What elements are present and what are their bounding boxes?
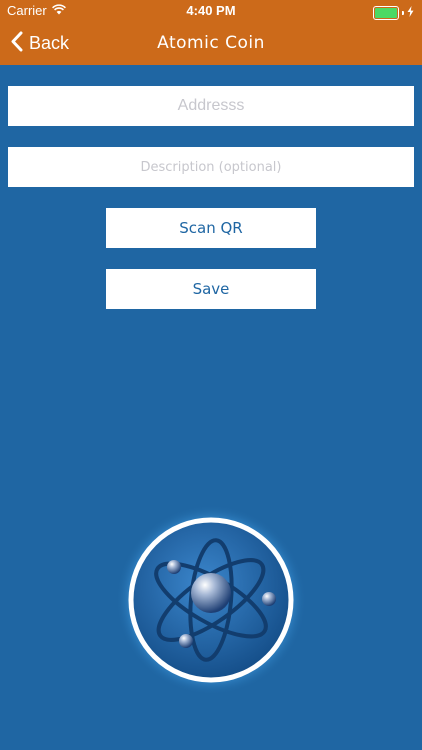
page-title: Atomic Coin bbox=[157, 33, 265, 53]
scan-qr-button[interactable]: Scan QR bbox=[106, 208, 316, 248]
battery-indicator bbox=[373, 5, 414, 20]
atom-logo-icon bbox=[116, 505, 306, 695]
battery-tip bbox=[402, 10, 404, 15]
charging-icon bbox=[407, 5, 414, 20]
description-input[interactable] bbox=[8, 147, 414, 187]
status-time: 4:40 PM bbox=[186, 3, 236, 18]
save-button[interactable]: Save bbox=[106, 269, 316, 309]
battery-icon bbox=[373, 5, 399, 20]
status-bar: Carrier 4:40 PM bbox=[0, 0, 422, 22]
address-input[interactable] bbox=[8, 86, 414, 126]
battery-fill bbox=[375, 7, 397, 18]
navigation-bar: Back Atomic Coin bbox=[0, 22, 422, 65]
